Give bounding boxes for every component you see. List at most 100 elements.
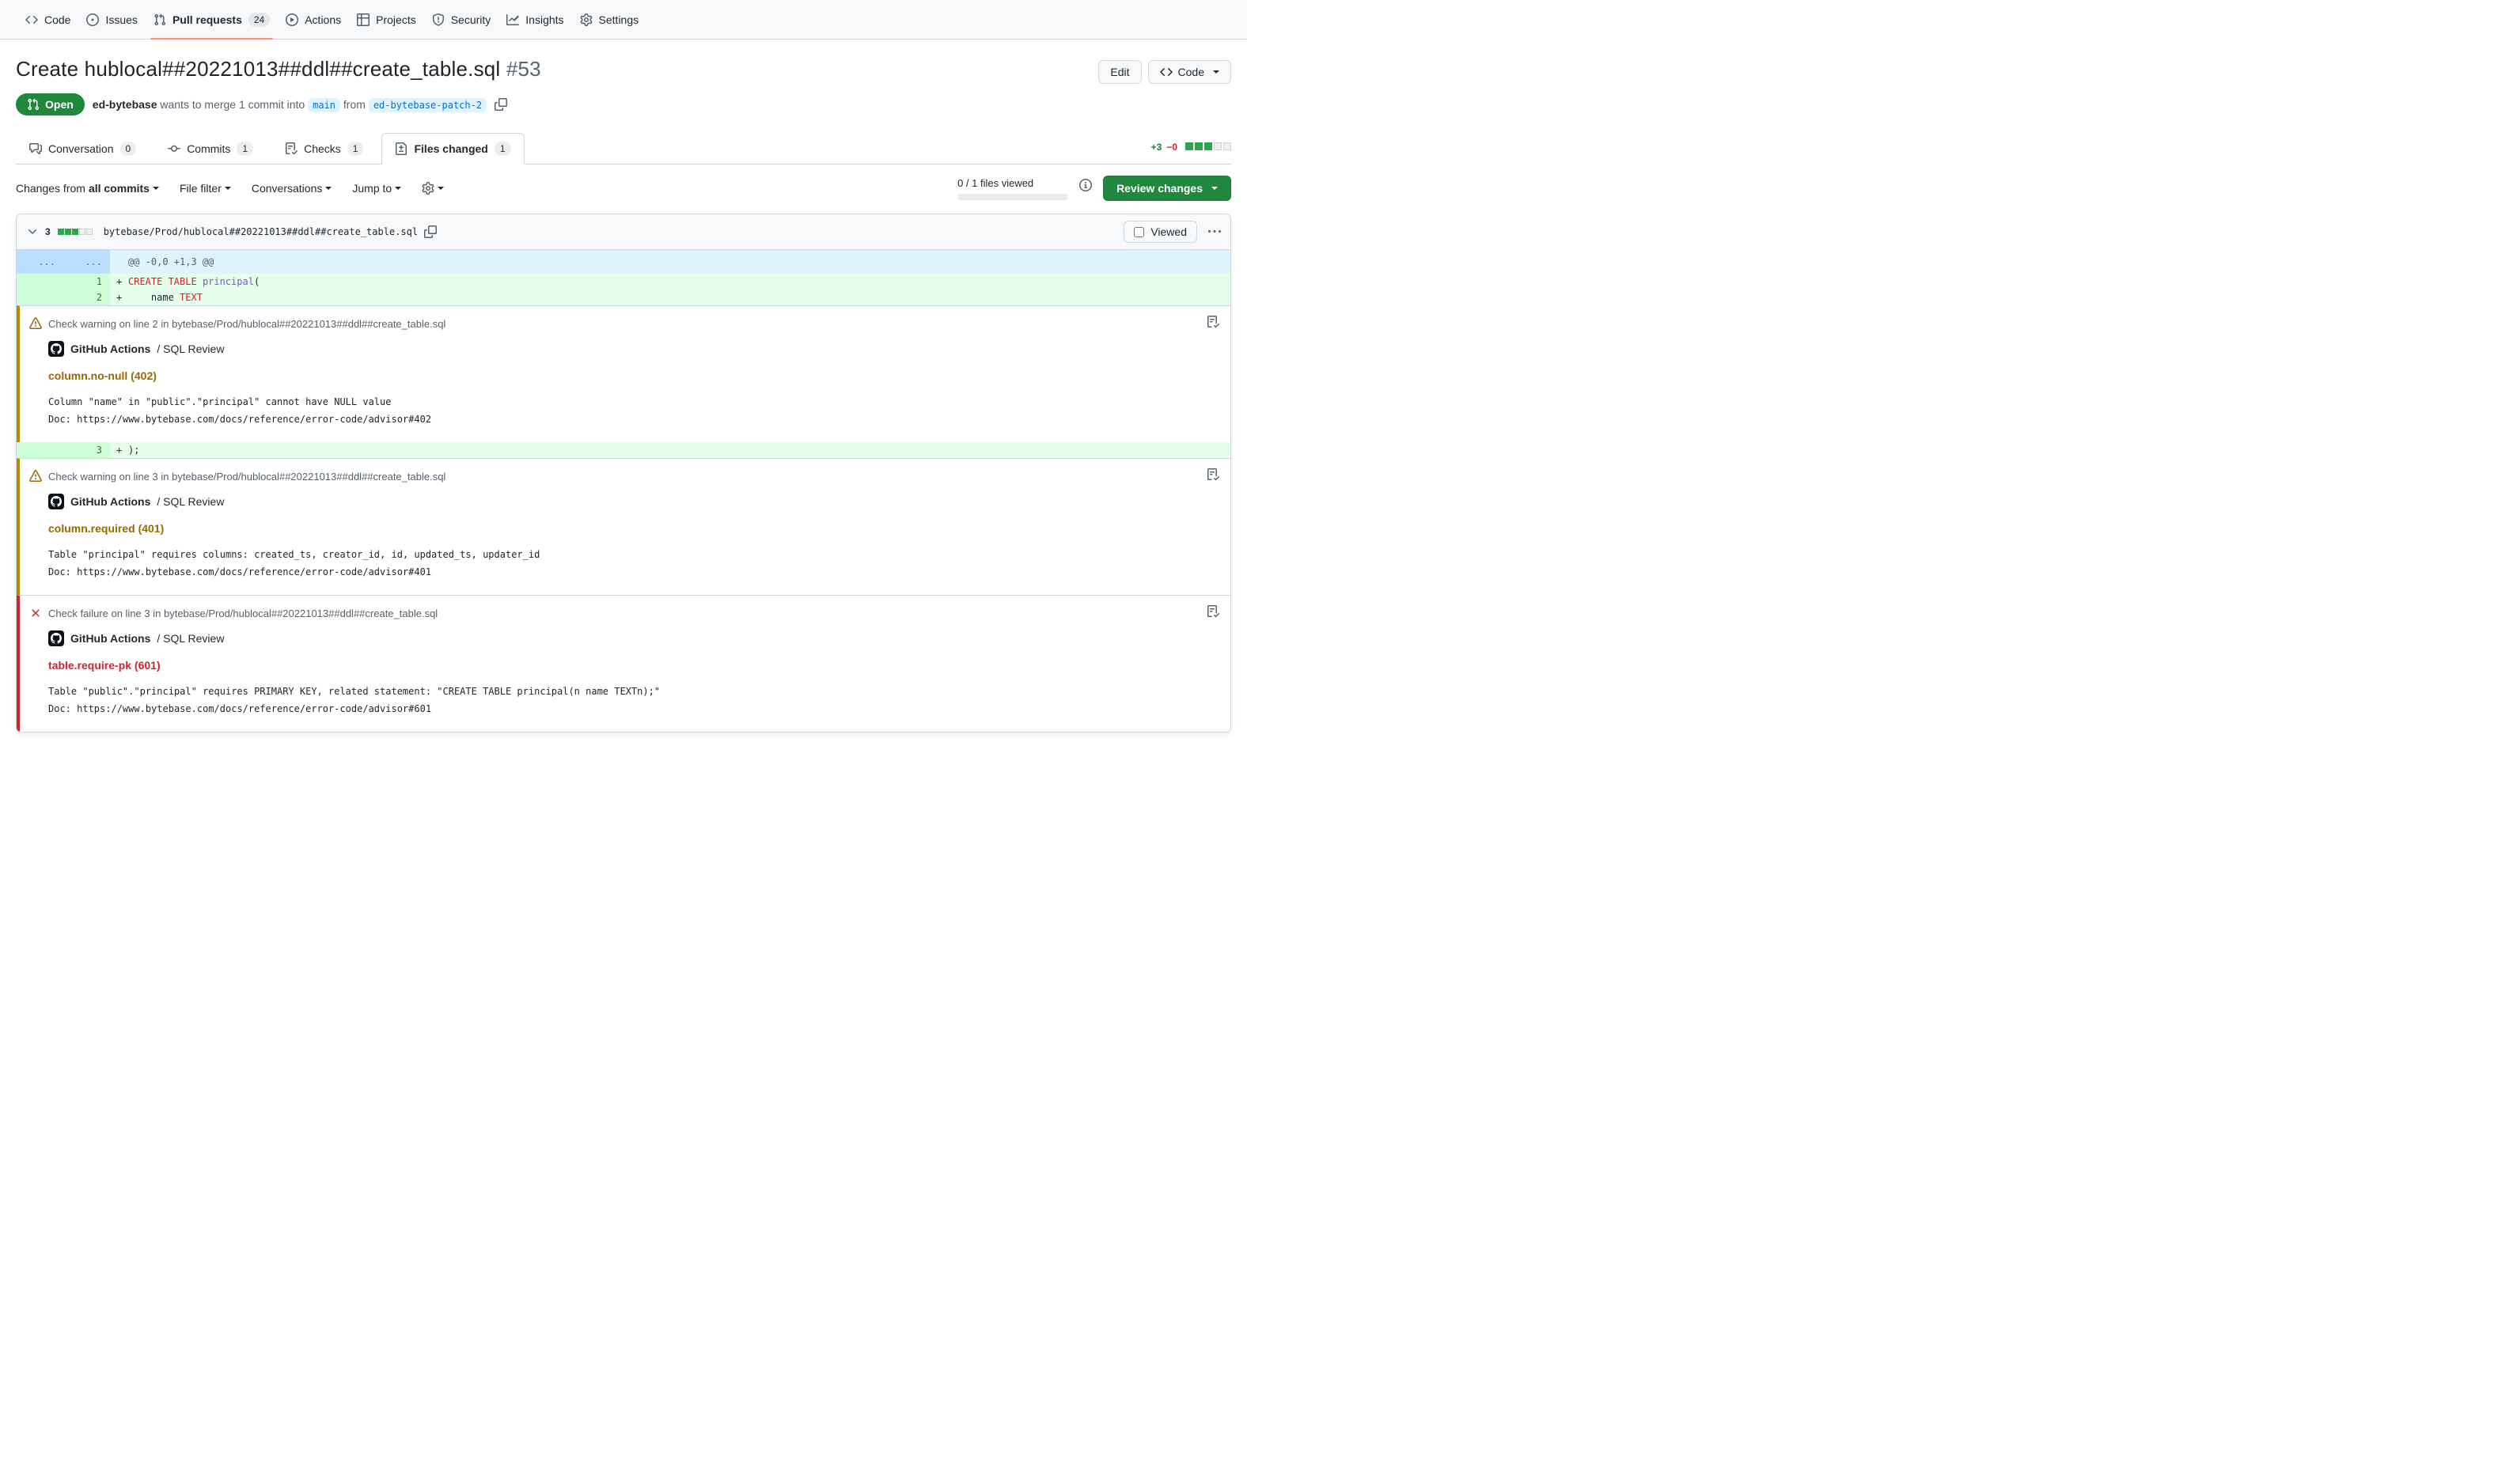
pr-title-row: Create hublocal##20221013##ddl##create_t… [16, 57, 1231, 84]
viewed-toggle[interactable]: Viewed [1124, 221, 1197, 243]
menu-label: File filter [180, 182, 222, 195]
check-tool-row: GitHub Actions / SQL Review [48, 630, 1218, 646]
diffstat-summary: +3 −0 [1151, 142, 1231, 164]
author-login[interactable]: ed-bytebase [93, 98, 157, 111]
conversations-menu[interactable]: Conversations [252, 182, 332, 195]
annotation-body-line: Column "name" in "public"."principal" ca… [48, 393, 1218, 411]
diff-settings-menu[interactable] [422, 182, 444, 195]
git-pull-request-icon [154, 13, 166, 26]
github-mark-icon [51, 633, 62, 644]
annotation-body-line: Doc: https://www.bytebase.com/docs/refer… [48, 411, 1218, 428]
tab-conversation[interactable]: Conversation0 [16, 133, 150, 165]
check-tool-context: / SQL Review [157, 495, 224, 508]
copy-branch-icon[interactable] [495, 98, 507, 111]
code-token: ); [128, 445, 139, 456]
check-tool-name[interactable]: GitHub Actions [70, 632, 150, 645]
diff-code-cell: + name TEXT [110, 290, 1230, 305]
diffstat-block-added [1185, 142, 1193, 150]
review-changes-button[interactable]: Review changes [1103, 176, 1231, 201]
old-line-number[interactable] [17, 442, 63, 458]
hunk-header-text: @@ -0,0 +1,3 @@ [110, 250, 1230, 274]
nav-item-settings[interactable]: Settings [572, 0, 647, 39]
file-diffstat-squares [57, 225, 93, 239]
files-viewed-block: 0 / 1 files viewed [957, 177, 1068, 200]
jump-to-menu[interactable]: Jump to [352, 182, 401, 195]
diff-added-line: 2+ name TEXT [17, 290, 1230, 305]
annotation-header: Check warning on line 3 in bytebase/Prod… [29, 470, 1218, 483]
file-header-right: Viewed [1124, 221, 1221, 243]
code-button[interactable]: Code [1148, 60, 1231, 84]
head-branch-label[interactable]: ed-bytebase-patch-2 [369, 98, 487, 112]
diffstat-block-added [72, 229, 78, 235]
tab-label: Conversation [48, 142, 114, 155]
dropdown-caret-icon [225, 187, 231, 193]
nav-item-label: Issues [105, 13, 137, 26]
github-actions-avatar [48, 630, 64, 646]
checks-icon[interactable] [1207, 605, 1219, 618]
code-token: CREATE TABLE [128, 276, 197, 287]
check-tool-context: / SQL Review [157, 343, 224, 355]
checks-icon[interactable] [1207, 316, 1219, 328]
nav-item-insights[interactable]: Insights [498, 0, 571, 39]
files-toolbar-right: 0 / 1 files viewed Review changes [957, 176, 1231, 201]
tab-commits[interactable]: Commits1 [154, 133, 267, 165]
info-icon[interactable] [1079, 179, 1092, 191]
annotation-content: GitHub Actions / SQL Reviewtable.require… [48, 630, 1218, 717]
new-line-number[interactable]: 2 [63, 290, 110, 305]
annotation-header: Check warning on line 2 in bytebase/Prod… [29, 317, 1218, 330]
pr-title-text: Create hublocal##20221013##ddl##create_t… [16, 57, 500, 81]
diff-add-sign: + [116, 290, 128, 305]
annotation-content: GitHub Actions / SQL Reviewcolumn.requir… [48, 494, 1218, 581]
check-tool-name[interactable]: GitHub Actions [70, 343, 150, 355]
copy-file-path-icon[interactable] [424, 225, 437, 238]
diff-add-sign: + [116, 442, 128, 458]
menu-label: Conversations [252, 182, 323, 195]
nav-item-security[interactable]: Security [424, 0, 499, 39]
hunk-new-gutter: ... [63, 250, 110, 274]
code-token: TEXT [180, 292, 203, 303]
file-options-kebab-icon[interactable] [1208, 225, 1221, 238]
diff-added-line: 1+CREATE TABLE principal( [17, 274, 1230, 290]
file-filter-menu[interactable]: File filter [180, 182, 231, 195]
nav-item-code[interactable]: Code [17, 0, 78, 39]
issue-opened-icon [86, 13, 99, 26]
files-viewed-text: 0 / 1 files viewed [957, 177, 1068, 189]
edit-button[interactable]: Edit [1098, 60, 1141, 84]
viewed-checkbox[interactable] [1134, 227, 1144, 237]
code-icon [1160, 66, 1173, 78]
annotation-body-line: Table "public"."principal" requires PRIM… [48, 683, 1218, 700]
nav-item-label: Pull requests [172, 13, 242, 26]
nav-item-projects[interactable]: Projects [349, 0, 424, 39]
nav-item-actions[interactable]: Actions [278, 0, 349, 39]
diffstat-block-added [58, 229, 64, 235]
check-tool-context: / SQL Review [157, 632, 224, 645]
nav-item-pull-requests[interactable]: Pull requests24 [146, 0, 278, 39]
pr-page: Create hublocal##20221013##ddl##create_t… [0, 57, 1247, 733]
check-tool-row: GitHub Actions / SQL Review [48, 494, 1218, 509]
state-label: Open [45, 98, 74, 111]
code-icon [25, 13, 38, 26]
changes-from-menu[interactable]: Changes fromall commits [16, 182, 159, 195]
file-diff-icon [395, 142, 407, 155]
dropdown-caret-icon [325, 187, 332, 193]
old-line-number[interactable] [17, 290, 63, 305]
diffstat-additions: +3 [1151, 142, 1162, 153]
base-branch-label[interactable]: main [308, 98, 340, 112]
new-line-number[interactable]: 1 [63, 274, 110, 290]
collapse-file-chevron-down-icon[interactable] [26, 225, 39, 238]
tab-checks[interactable]: Checks1 [271, 133, 377, 165]
checks-icon[interactable] [1207, 468, 1219, 481]
old-line-number[interactable] [17, 274, 63, 290]
tab-counter: 1 [347, 142, 364, 156]
annotation-header-text: Check warning on line 2 in bytebase/Prod… [48, 318, 445, 330]
check-tool-name[interactable]: GitHub Actions [70, 495, 150, 508]
check-annotation-warning: Check warning on line 2 in bytebase/Prod… [17, 305, 1230, 442]
github-mark-icon [51, 343, 62, 354]
warning-triangle-icon [29, 317, 42, 330]
annotation-content: GitHub Actions / SQL Reviewcolumn.no-nul… [48, 341, 1218, 428]
nav-item-issues[interactable]: Issues [78, 0, 145, 39]
tab-files-changed[interactable]: Files changed1 [381, 133, 524, 165]
warning-triangle-icon [29, 470, 42, 483]
dropdown-caret-icon [438, 187, 444, 193]
new-line-number[interactable]: 3 [63, 442, 110, 458]
